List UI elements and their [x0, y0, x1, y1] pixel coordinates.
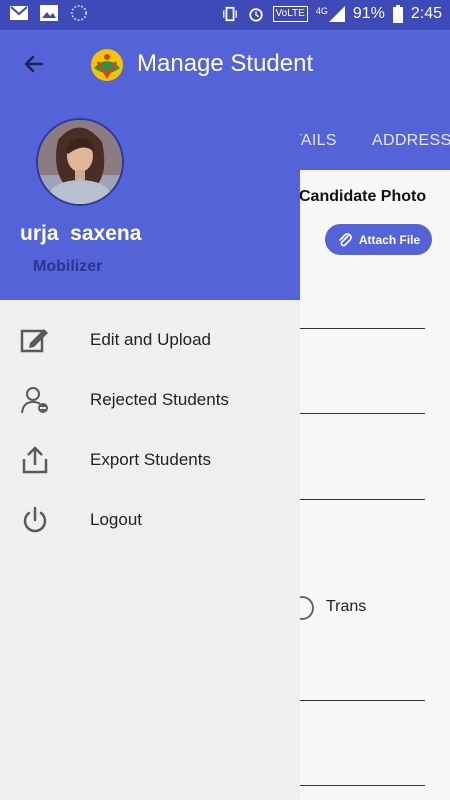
menu-item-export-students[interactable]: Export Students: [0, 430, 300, 490]
sync-icon: [71, 5, 87, 21]
input-underline[interactable]: [300, 413, 425, 414]
status-bar: VoLTE 4G 91% 2:45: [0, 0, 450, 30]
vibrate-icon: [222, 6, 237, 22]
input-underline[interactable]: [300, 499, 425, 500]
avatar[interactable]: [36, 118, 124, 206]
clock: 2:45: [410, 5, 442, 22]
menu-item-rejected-students[interactable]: Rejected Students: [0, 370, 300, 430]
candidate-photo-label: Candidate Photo: [299, 188, 427, 205]
menu-item-label: Edit and Upload: [90, 330, 211, 349]
profile-photo: [38, 120, 122, 204]
menu-item-label: Export Students: [90, 450, 211, 469]
rejected-user-icon: [21, 387, 48, 414]
attach-file-label: Attach File: [358, 232, 421, 247]
volte-icon: VoLTE: [272, 6, 308, 22]
back-arrow-icon[interactable]: [20, 50, 48, 78]
app-logo-icon: [91, 49, 123, 81]
input-underline[interactable]: [300, 785, 425, 786]
edit-icon: [20, 329, 48, 353]
battery-icon: [392, 5, 403, 23]
battery-percent: 91%: [352, 5, 385, 22]
user-name: urja saxena: [20, 222, 142, 245]
export-icon: [22, 446, 48, 474]
tab-address[interactable]: ADDRESS: [372, 132, 450, 150]
alarm-icon: [248, 8, 263, 22]
network-label: 4G: [315, 6, 328, 16]
menu-item-logout[interactable]: Logout: [0, 490, 300, 550]
gmail-icon: [10, 6, 28, 20]
menu-item-label: Rejected Students: [90, 390, 229, 409]
attach-file-button[interactable]: Attach File: [325, 224, 432, 255]
menu-item-label: Logout: [90, 510, 142, 529]
navigation-drawer: Manage Student urja saxena Mobilizer Edi…: [0, 30, 313, 800]
signal-bars-icon: [328, 6, 345, 22]
input-underline[interactable]: [300, 700, 425, 701]
drawer-header: Manage Student urja saxena Mobilizer: [0, 30, 313, 300]
paperclip-icon: [339, 232, 352, 246]
radio-trans-label: Trans: [326, 598, 367, 615]
signal-4g-icon: 4G: [316, 6, 345, 22]
image-icon: [40, 5, 58, 21]
input-underline[interactable]: [300, 328, 425, 329]
menu-item-edit-upload[interactable]: Edit and Upload: [0, 310, 300, 370]
app-title: Manage Student: [137, 50, 314, 77]
power-icon: [23, 506, 47, 533]
user-role: Mobilizer: [33, 258, 103, 275]
